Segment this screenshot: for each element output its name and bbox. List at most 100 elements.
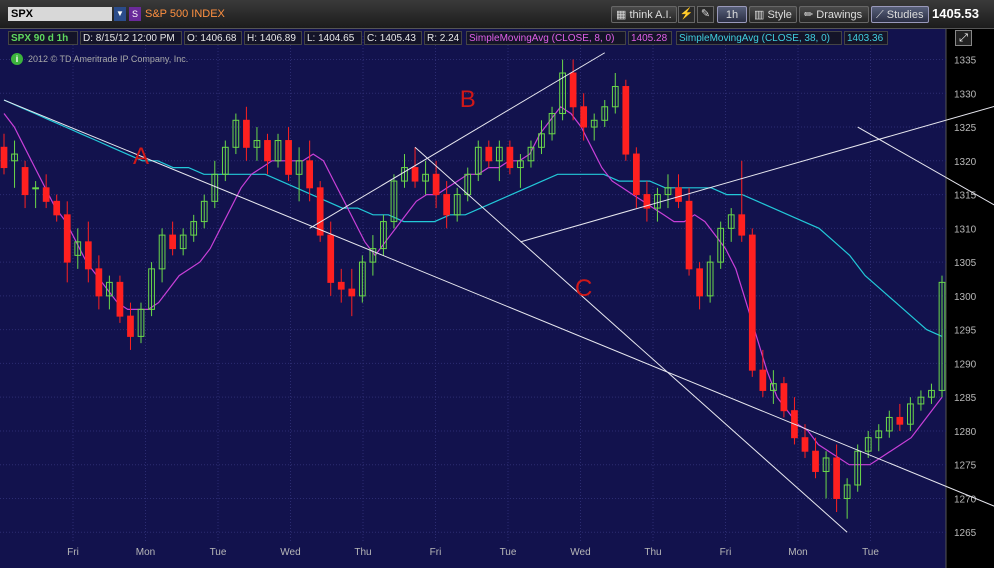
symbol-description: S&P 500 INDEX [145, 8, 225, 20]
y-tick-label: 1320 [954, 157, 977, 168]
drawings-label: Drawings [816, 9, 863, 21]
candle-body [411, 167, 419, 182]
interval-button[interactable]: 1h [717, 6, 747, 23]
candle-body [264, 140, 271, 162]
candle [116, 275, 124, 323]
ohlc-date: D: 8/15/12 12:00 PM [80, 31, 182, 45]
ohlc-open: O: 1406.68 [184, 31, 242, 45]
candle [316, 181, 324, 242]
wrench-icon[interactable]: ✎ [697, 6, 714, 23]
candle-body [169, 234, 176, 250]
candle-body [632, 153, 640, 196]
price-chart[interactable]: 1265 1270 1275 1280 1285 1290 1295 1300 1305 1310… [0, 29, 994, 568]
ohlc-high: H: 1406.89 [244, 31, 302, 45]
y-tick-label: 1325 [954, 123, 977, 134]
y-tick-label: 1280 [954, 427, 977, 438]
x-day-label: Wed [570, 547, 590, 558]
candle-body [285, 140, 292, 175]
ohlc-range: R: 2.24 [424, 31, 462, 45]
candle-body [485, 146, 493, 162]
x-day-label: Mon [136, 547, 155, 558]
candle-body [116, 281, 124, 317]
candle-body [780, 383, 788, 412]
candle-body [243, 119, 250, 148]
drawings-button[interactable]: ✏ Drawings [799, 6, 869, 23]
candle-body [432, 173, 440, 196]
annotation-label: C [575, 275, 592, 302]
candle-body [443, 194, 451, 216]
y-tick-label: 1310 [954, 224, 977, 235]
x-day-label: Fri [67, 547, 79, 558]
x-day-label: Thu [644, 547, 661, 558]
x-day-label: Tue [500, 547, 517, 558]
candle-body [42, 187, 50, 202]
style-icon: ▥ [754, 9, 768, 21]
chart-toolbar: SPX ▼ S S&P 500 INDEX ▦ think A.I. ⚡ ✎ 1… [0, 0, 994, 29]
think-ai-label: think A.I. [629, 9, 672, 21]
symbol-type-badge: S [129, 7, 141, 21]
candle [685, 187, 693, 276]
ohlc-close: C: 1405.43 [364, 31, 422, 45]
x-day-label: Tue [210, 547, 227, 558]
y-tick-label: 1300 [954, 292, 977, 303]
ohlc-low: L: 1404.65 [304, 31, 362, 45]
studies-label: Studies [886, 9, 924, 21]
x-day-label: Tue [862, 547, 879, 558]
y-tick-label: 1275 [954, 461, 977, 472]
x-day-label: Mon [788, 547, 807, 558]
candle-body [316, 187, 324, 236]
chart-svg[interactable]: 1265 1270 1275 1280 1285 1290 1295 1300 1305 1310… [0, 29, 994, 568]
candle-body [21, 167, 29, 196]
candle-body [306, 160, 314, 189]
x-day-label: Fri [720, 547, 732, 558]
candle-body [95, 268, 103, 297]
info-icon[interactable]: i [11, 53, 23, 65]
symbol-dropdown-icon[interactable]: ▼ [114, 7, 126, 21]
candle-body [84, 241, 92, 270]
candle-body [833, 457, 840, 499]
copyright-text: 2012 © TD Ameritrade IP Company, Inc. [28, 54, 189, 64]
sma-slow-label[interactable]: SimpleMovingAvg (CLOSE, 38, 0) [676, 31, 842, 45]
x-day-label: Fri [430, 547, 442, 558]
candle-body [63, 214, 71, 263]
x-day-label: Thu [354, 547, 371, 558]
candle-body [32, 187, 39, 190]
y-tick-label: 1305 [954, 258, 977, 269]
annotation-label: A [133, 143, 149, 170]
candle-body [738, 214, 746, 236]
candle-body [675, 187, 682, 202]
chart-spec[interactable]: SPX 90 d 1h [8, 31, 78, 45]
candle-body [580, 106, 588, 128]
candle-body [696, 268, 703, 297]
expand-icon[interactable]: ⤢ [955, 30, 972, 46]
candle-body [506, 146, 514, 169]
studies-button[interactable]: ⟋ Studies [871, 6, 929, 23]
candle-body [337, 281, 345, 290]
candle-body [0, 146, 8, 169]
grid-icon: ▦ [616, 9, 630, 21]
symbol-input[interactable]: SPX [8, 7, 112, 21]
style-button[interactable]: ▥ Style [749, 6, 797, 23]
y-tick-label: 1285 [954, 393, 977, 404]
candle-body [127, 315, 134, 337]
x-day-label: Wed [280, 547, 300, 558]
candle-body [685, 200, 693, 270]
y-tick-label: 1290 [954, 359, 977, 370]
candle-body [348, 288, 356, 297]
candle-body [53, 200, 61, 216]
candle [748, 228, 756, 377]
y-tick-label: 1330 [954, 89, 977, 100]
last-price: 1405.53 [932, 6, 979, 21]
candle-body [327, 234, 335, 283]
style-label: Style [767, 9, 792, 21]
candle-body [812, 450, 819, 472]
sma-slow-value: 1403.36 [844, 31, 888, 45]
candle-body [748, 234, 756, 371]
candle-body [759, 369, 767, 391]
think-ai-button[interactable]: ▦ think A.I. [611, 6, 677, 23]
annotation-label: B [460, 86, 476, 113]
sma-fast-label[interactable]: SimpleMovingAvg (CLOSE, 8, 0) [466, 31, 626, 45]
y-tick-label: 1265 [954, 528, 977, 539]
magic-wand-icon[interactable]: ⚡ [678, 6, 695, 23]
y-tick-label: 1295 [954, 326, 977, 337]
